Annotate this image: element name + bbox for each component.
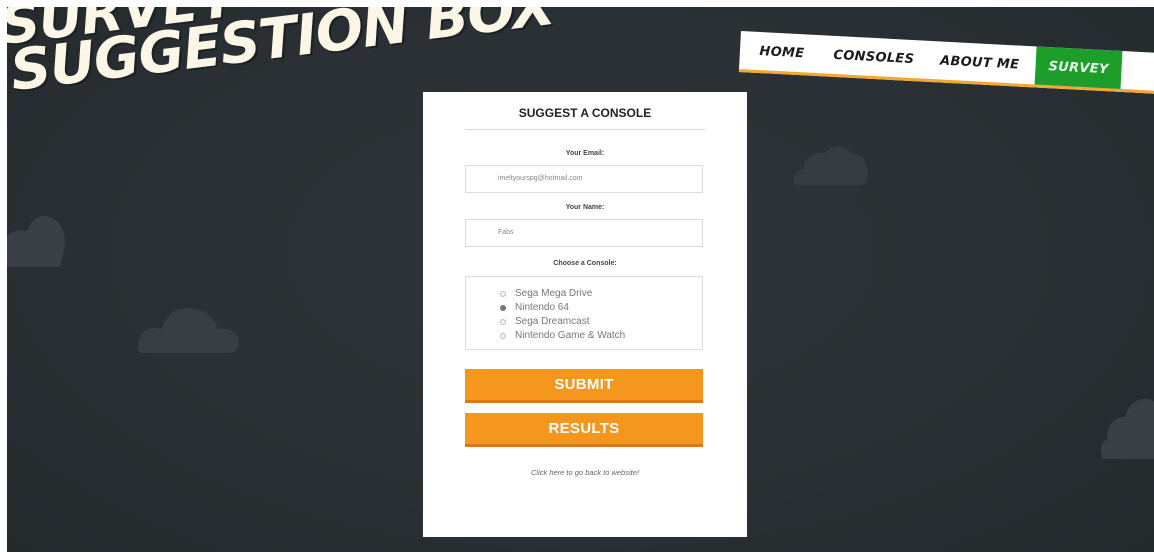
nav-about-me[interactable]: ABOUT ME [923, 41, 1037, 85]
title-divider [465, 129, 705, 130]
main-nav: HOME CONSOLES ABOUT ME SURVEY [738, 31, 1154, 94]
nav-home[interactable]: HOME [739, 31, 825, 73]
radio-option-nintendo-game-watch[interactable]: Nintendo Game & Watch [500, 329, 625, 342]
cloud-icon [794, 146, 868, 185]
console-label: Choose a Console: [553, 260, 617, 267]
page-background: SURVEY SUGGESTION BOX HOME CONSOLES ABOU… [7, 7, 1154, 552]
name-field[interactable]: Fabs [465, 219, 703, 247]
cloud-icon [1100, 398, 1154, 459]
nav-consoles[interactable]: CONSOLES [823, 35, 925, 78]
radio-label: Nintendo Game & Watch [515, 330, 626, 341]
radio-option-sega-dreamcast[interactable]: Sega Dreamcast [500, 315, 589, 328]
radio-button[interactable] [500, 332, 506, 339]
radio-button[interactable] [500, 290, 506, 297]
name-label: Your Name: [565, 204, 605, 211]
back-to-website-link[interactable]: Click here to go back to website! [465, 468, 705, 477]
console-radio-group: Sega Mega Drive Nintendo 64 Sega Dreamca… [465, 276, 703, 350]
radio-label: Nintendo 64 [515, 302, 569, 313]
email-label: Your Email: [565, 150, 605, 157]
site-logo[interactable]: SURVEY SUGGESTION BOX [7, 7, 558, 139]
cloud-icon [7, 215, 65, 267]
survey-form-card: SUGGEST A CONSOLE Your Email: imeltyours… [423, 92, 747, 537]
email-field[interactable]: imeltyourspg@hotmail.com [465, 165, 703, 193]
results-button[interactable]: RESULTS [465, 413, 703, 447]
nav-survey[interactable]: SURVEY [1034, 46, 1123, 89]
radio-label: Sega Dreamcast [515, 316, 590, 327]
cloud-icon [137, 307, 239, 353]
radio-option-sega-mega-drive[interactable]: Sega Mega Drive [500, 287, 592, 300]
radio-label: Sega Mega Drive [515, 288, 593, 299]
form-title: SUGGEST A CONSOLE [518, 106, 652, 120]
radio-button-checked[interactable] [500, 304, 506, 311]
submit-button[interactable]: SUBMIT [465, 369, 703, 403]
radio-option-nintendo-64[interactable]: Nintendo 64 [500, 301, 569, 314]
radio-button[interactable] [500, 318, 506, 325]
